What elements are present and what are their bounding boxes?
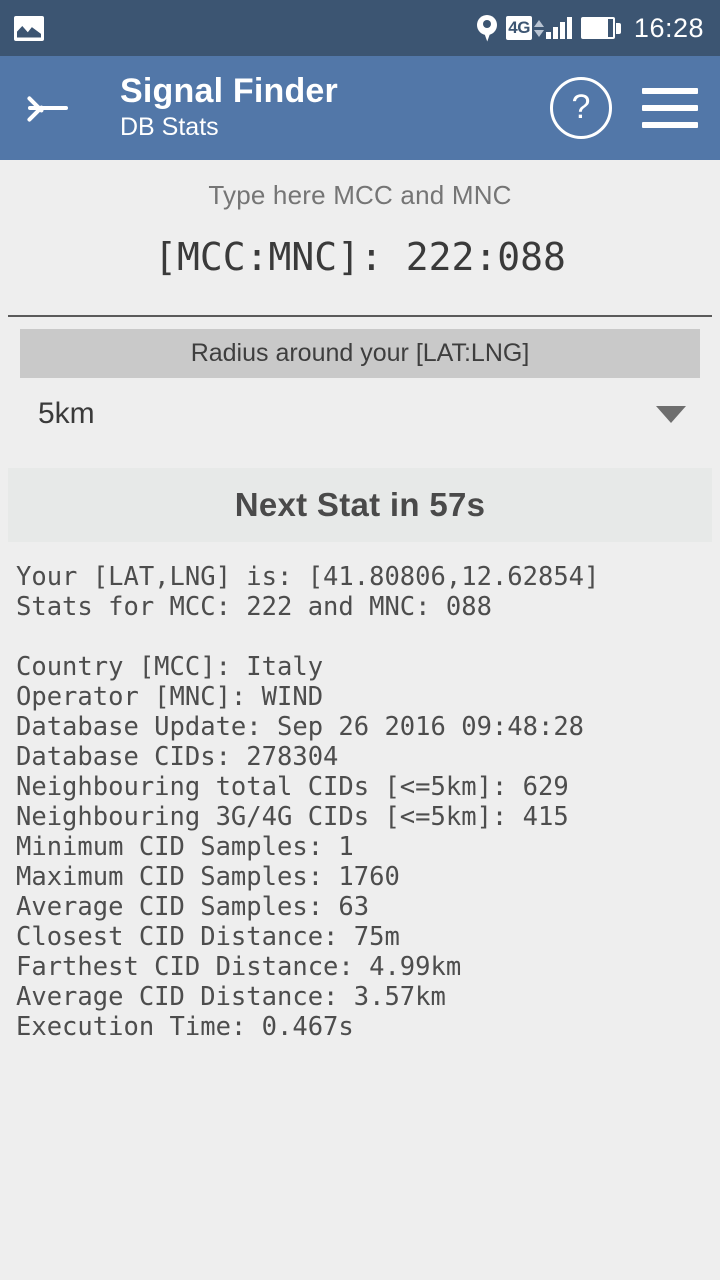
radius-selected-value: 5km (38, 397, 95, 430)
status-bar: 4G 16:28 (0, 0, 720, 56)
mcc-mnc-input[interactable]: [MCC:MNC]: 222:088 (0, 235, 720, 279)
signal-bar-3 (559, 22, 565, 39)
stats-output-text: Your [LAT,LNG] is: [41.80806,12.62854] S… (16, 562, 600, 1042)
menu-line-2 (642, 105, 698, 111)
data-up-arrow (533, 19, 544, 27)
data-down-arrow (533, 29, 544, 37)
next-stat-banner: Next Stat in 57s (8, 468, 712, 542)
battery-icon (580, 17, 621, 39)
back-arrow-icon (26, 89, 70, 127)
location-pin-icon (477, 14, 498, 42)
status-bar-indicators: 4G 16:28 (477, 13, 720, 44)
network-indicator: 4G (506, 16, 572, 40)
app-bar-actions: ? (550, 77, 720, 139)
mcc-mnc-underline (8, 315, 712, 317)
hamburger-menu-icon[interactable] (642, 88, 698, 128)
menu-line-1 (642, 88, 698, 94)
radius-section-header: Radius around your [LAT:LNG] (20, 329, 700, 378)
data-transfer-icon (533, 19, 545, 37)
next-stat-label: Next Stat in 57s (234, 486, 486, 523)
main-content: Type here MCC and MNC [MCC:MNC]: 222:088… (0, 160, 720, 1280)
help-circle-icon[interactable]: ? (550, 77, 612, 139)
page-subtitle: DB Stats (120, 113, 219, 142)
app-bar-titles: Signal Finder DB Stats (120, 72, 338, 143)
gallery-icon-mountain (17, 26, 41, 38)
network-type-label: 4G (506, 16, 532, 40)
app-bar: Signal Finder DB Stats ? (0, 56, 720, 160)
signal-bars-icon (545, 17, 572, 39)
app-screen: 4G 16:28 Signal Finder DB Stats ? Type h… (0, 0, 720, 1280)
status-bar-clock: 16:28 (633, 12, 704, 43)
back-button[interactable] (0, 56, 96, 160)
mcc-mnc-hint: Type here MCC and MNC (208, 180, 512, 210)
battery-cap (615, 22, 621, 34)
signal-bar-1 (545, 32, 551, 39)
gallery-icon (14, 15, 44, 41)
location-pin-hole (483, 19, 492, 28)
signal-bar-4 (566, 17, 572, 39)
chevron-down-icon (656, 405, 686, 423)
radius-dropdown[interactable]: 5km (20, 378, 700, 450)
status-bar-notifications (0, 15, 44, 41)
battery-body (580, 17, 615, 39)
menu-line-3 (642, 122, 698, 128)
location-pin-tail (482, 27, 493, 42)
page-title: Signal Finder (120, 72, 338, 111)
signal-bar-2 (552, 27, 558, 39)
